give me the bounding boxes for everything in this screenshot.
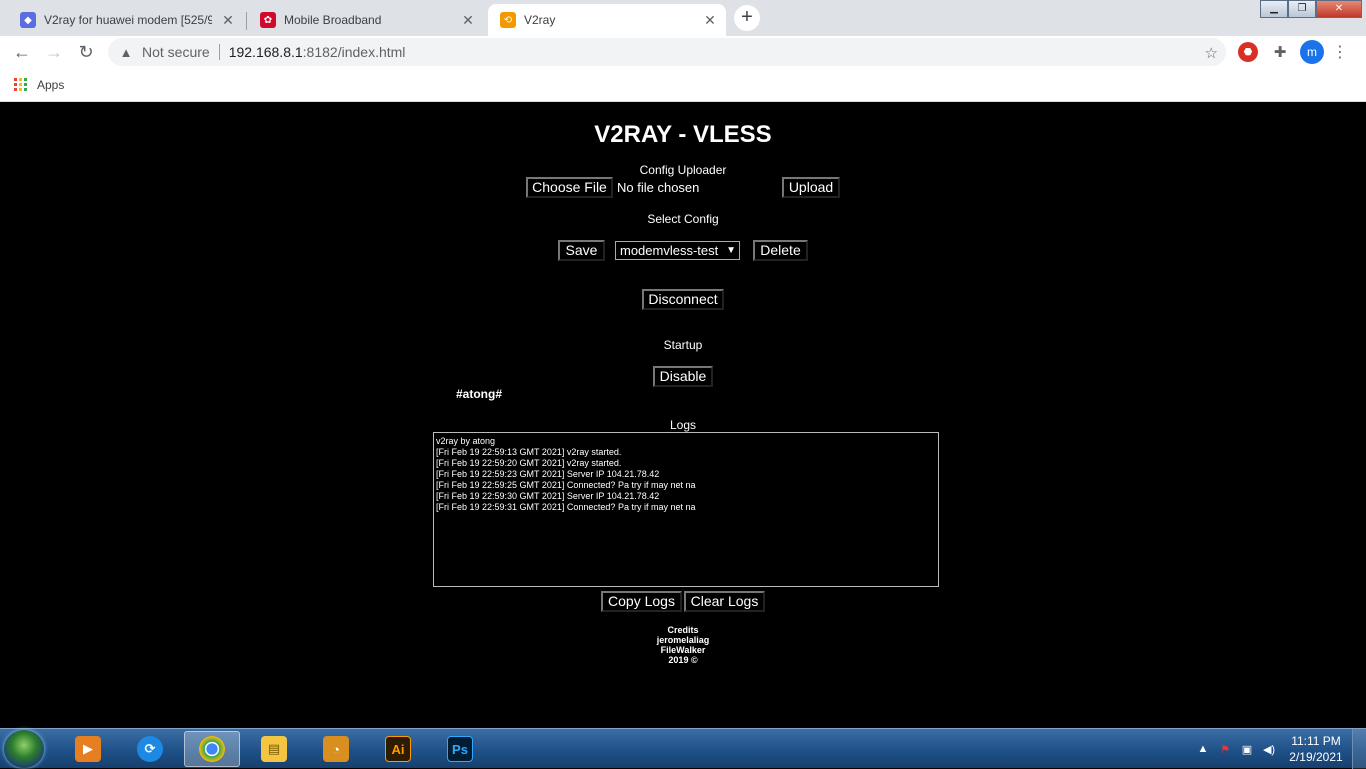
- close-tab-icon[interactable]: ✕: [220, 12, 236, 28]
- url-path: :8182/index.html: [302, 44, 406, 60]
- log-line: [Fri Feb 19 22:59:20 GMT 2021] v2ray sta…: [436, 458, 622, 468]
- show-hidden-icons-icon[interactable]: ▲: [1192, 743, 1214, 755]
- logs-label: Logs: [669, 418, 697, 432]
- action-center-flag-icon[interactable]: ⚑: [1214, 743, 1236, 756]
- start-button[interactable]: [4, 730, 44, 768]
- taskbar-illustrator[interactable]: Ai: [370, 731, 426, 767]
- tab-mobile-broadband[interactable]: ✿ Mobile Broadband ✕: [248, 4, 484, 36]
- page-content: V2RAY - VLESS Config Uploader Choose Fil…: [0, 103, 1366, 728]
- bookmark-star-icon[interactable]: ☆: [1205, 44, 1218, 62]
- page-title: V2RAY - VLESS: [594, 121, 772, 148]
- author-tag: #atong#: [456, 387, 503, 401]
- photoshop-icon: Ps: [447, 736, 473, 762]
- windows-taskbar: ▶ ⟳ ▤ ◔ Ai Ps ▲ ⚑ ▣ ◀) 11:11 PM 2/19/202…: [0, 728, 1366, 769]
- save-button[interactable]: Save: [558, 240, 605, 261]
- volume-icon[interactable]: ◀): [1258, 743, 1280, 756]
- tab-v2ray-forum[interactable]: ◆ V2ray for huawei modem [525/9 ✕: [8, 4, 244, 36]
- taskbar-chrome[interactable]: [184, 731, 240, 767]
- tab-title: V2ray: [524, 13, 556, 27]
- reload-button[interactable]: ↻: [70, 36, 102, 68]
- network-icon[interactable]: ▣: [1236, 743, 1258, 756]
- taskbar-app-launcher[interactable]: ◔: [308, 731, 364, 767]
- log-line: [Fri Feb 19 22:59:23 GMT 2021] Server IP…: [436, 469, 660, 479]
- credits-heading: Credits: [667, 625, 699, 635]
- extension-icon[interactable]: ⬣: [1238, 42, 1258, 62]
- address-bar[interactable]: ▲ Not secure 192.168.8.1:8182/index.html…: [108, 38, 1226, 66]
- close-window-button[interactable]: ✕: [1316, 0, 1362, 18]
- taskbar-file-explorer[interactable]: ▤: [246, 731, 302, 767]
- browser-toolbar: ← → ↻ ▲ Not secure 192.168.8.1:8182/inde…: [0, 36, 1366, 68]
- log-line: v2ray by atong: [436, 436, 496, 446]
- bookmarks-bar: Apps: [0, 68, 1366, 102]
- tab-title: Mobile Broadband: [284, 13, 382, 27]
- url-text: 192.168.8.1:8182/index.html: [229, 44, 406, 60]
- more-menu-icon[interactable]: ⋮: [1330, 42, 1350, 62]
- clear-logs-button[interactable]: Clear Logs: [684, 591, 765, 612]
- back-button[interactable]: ←: [6, 36, 38, 68]
- credits-name: FileWalker: [660, 645, 706, 655]
- clock[interactable]: 11:11 PM 2/19/2021: [1280, 733, 1352, 765]
- tab-v2ray[interactable]: ⟲ V2ray ✕: [488, 4, 726, 36]
- taskbar-sync-center[interactable]: ⟳: [122, 731, 178, 767]
- log-line: [Fri Feb 19 22:59:13 GMT 2021] v2ray sta…: [436, 447, 622, 457]
- taskbar-media-player[interactable]: ▶: [60, 731, 116, 767]
- config-uploader-label: Config Uploader: [639, 163, 727, 177]
- chevron-down-icon: ▼: [726, 245, 736, 256]
- logs-textarea[interactable]: v2ray by atong [Fri Feb 19 22:59:13 GMT …: [433, 432, 939, 587]
- config-select[interactable]: modemvless-test ▼: [615, 241, 740, 260]
- new-tab-button[interactable]: +: [734, 5, 760, 31]
- disconnect-button[interactable]: Disconnect: [642, 289, 724, 310]
- credits-year: 2019 ©: [668, 655, 698, 665]
- illustrator-icon: Ai: [385, 736, 411, 762]
- app-launcher-icon: ◔: [323, 736, 349, 762]
- clock-date: 2/19/2021: [1289, 750, 1343, 764]
- v2ray-logo-icon: ⟲: [500, 12, 516, 28]
- file-status-text: No file chosen: [617, 180, 700, 195]
- security-label: Not secure: [142, 44, 210, 60]
- taskbar-photoshop[interactable]: Ps: [432, 731, 488, 767]
- sync-center-icon: ⟳: [137, 736, 163, 762]
- select-config-label: Select Config: [647, 212, 719, 226]
- log-line: [Fri Feb 19 22:59:31 GMT 2021] Connected…: [436, 502, 696, 512]
- copy-logs-button[interactable]: Copy Logs: [601, 591, 682, 612]
- vpn-shield-icon: ◆: [20, 12, 36, 28]
- huawei-logo-icon: ✿: [260, 12, 276, 28]
- clock-time: 11:11 PM: [1291, 734, 1341, 748]
- file-explorer-icon: ▤: [261, 736, 287, 762]
- disable-startup-button[interactable]: Disable: [653, 366, 713, 387]
- choose-file-button[interactable]: Choose File: [526, 177, 613, 198]
- apps-bookmark[interactable]: Apps: [37, 78, 64, 92]
- delete-button[interactable]: Delete: [753, 240, 808, 261]
- warning-icon[interactable]: ▲: [118, 45, 134, 60]
- system-tray: ▲ ⚑ ▣ ◀) 11:11 PM 2/19/2021: [1192, 729, 1366, 769]
- show-desktop-button[interactable]: [1352, 729, 1366, 769]
- url-host: 192.168.8.1: [228, 44, 303, 60]
- tab-title: V2ray for huawei modem [525/9: [44, 13, 212, 27]
- credits: Credits jeromelaliag FileWalker 2019 ©: [0, 625, 1366, 665]
- close-tab-icon[interactable]: ✕: [702, 12, 718, 28]
- tab-strip: ◆ V2ray for huawei modem [525/9 ✕ ✿ Mobi…: [0, 0, 1366, 36]
- config-select-value: modemvless-test: [620, 243, 719, 258]
- close-tab-icon[interactable]: ✕: [460, 12, 476, 28]
- media-player-icon: ▶: [75, 736, 101, 762]
- credits-name: jeromelaliag: [656, 635, 710, 645]
- upload-button[interactable]: Upload: [782, 177, 840, 198]
- log-line: [Fri Feb 19 22:59:25 GMT 2021] Connected…: [436, 480, 696, 490]
- extensions-puzzle-icon[interactable]: ✚: [1270, 42, 1290, 62]
- maximize-button[interactable]: ❐: [1288, 0, 1316, 18]
- chrome-icon: [199, 736, 225, 762]
- window-controls: ▁ ❐ ✕: [1260, 0, 1362, 18]
- omnibox-divider: [218, 44, 220, 60]
- tab-separator: [246, 12, 247, 30]
- forward-button[interactable]: →: [38, 36, 70, 68]
- minimize-button[interactable]: ▁: [1260, 0, 1288, 18]
- startup-label: Startup: [663, 338, 703, 352]
- log-line: [Fri Feb 19 22:59:30 GMT 2021] Server IP…: [436, 491, 660, 501]
- profile-avatar[interactable]: m: [1300, 40, 1324, 64]
- apps-grid-icon[interactable]: [14, 78, 27, 91]
